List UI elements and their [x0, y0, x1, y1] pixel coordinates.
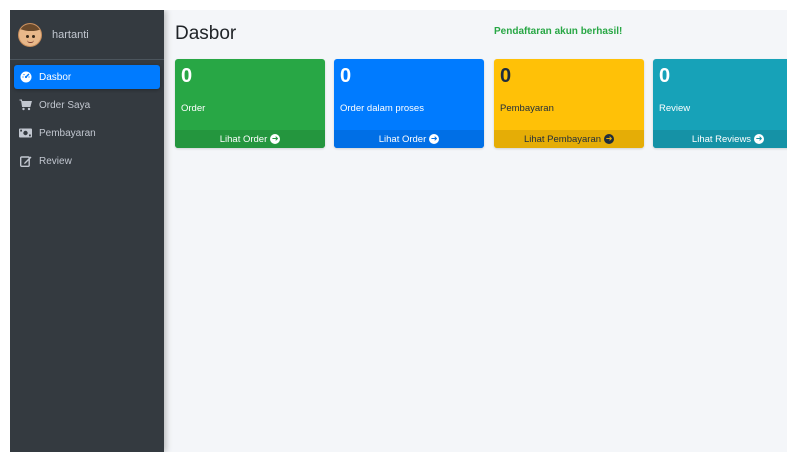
stat-box-order-in-process: 0 Order dalam proses Lihat Order ➜ — [334, 59, 484, 148]
stat-count: 0 — [659, 65, 671, 87]
stat-label: Pembayaran — [500, 103, 554, 114]
tachometer-icon — [19, 71, 32, 83]
stat-box-review: 0 Review Lihat Reviews ➜ — [653, 59, 787, 148]
sidebar: hartanti Dasbor Order Saya Pembayaran Re… — [10, 10, 164, 452]
view-reviews-link[interactable]: Lihat Reviews ➜ — [653, 130, 787, 148]
link-label: Lihat Order — [219, 133, 268, 145]
link-label: Lihat Order — [378, 133, 427, 145]
avatar — [18, 22, 42, 47]
app-window: hartanti Dasbor Order Saya Pembayaran Re… — [10, 10, 787, 452]
arrow-circle-right-icon: ➜ — [754, 134, 765, 144]
link-label: Lihat Reviews — [691, 133, 752, 145]
stat-label: Order dalam proses — [340, 103, 424, 114]
sidebar-nav: Dasbor Order Saya Pembayaran Review — [10, 60, 164, 173]
sidebar-item-label: Order Saya — [39, 99, 91, 111]
user-name: hartanti — [52, 28, 89, 41]
stat-count: 0 — [181, 65, 193, 87]
arrow-circle-right-icon: ➜ — [270, 134, 281, 144]
page-title: Dasbor — [175, 23, 237, 44]
link-label: Lihat Pembayaran — [523, 133, 602, 145]
view-order-link[interactable]: Lihat Order ➜ — [334, 130, 484, 148]
sidebar-item-order-saya[interactable]: Order Saya — [14, 93, 160, 117]
edit-icon — [19, 155, 32, 167]
money-bill-icon — [19, 127, 32, 139]
stat-count: 0 — [340, 65, 352, 87]
stat-box-order: 0 Order Lihat Order ➜ — [175, 59, 325, 148]
arrow-circle-right-icon: ➜ — [429, 134, 440, 144]
sidebar-item-pembayaran[interactable]: Pembayaran — [14, 121, 160, 145]
view-payment-link[interactable]: Lihat Pembayaran ➜ — [494, 130, 644, 148]
user-panel[interactable]: hartanti — [10, 10, 164, 60]
success-alert: Pendaftaran akun berhasil! — [494, 26, 623, 37]
shopping-cart-icon — [19, 99, 32, 111]
stat-box-payment: 0 Pembayaran Lihat Pembayaran ➜ — [494, 59, 644, 148]
view-order-link[interactable]: Lihat Order ➜ — [175, 130, 325, 148]
stat-count: 0 — [500, 65, 512, 87]
sidebar-item-label: Dasbor — [39, 71, 72, 83]
arrow-circle-right-icon: ➜ — [604, 134, 615, 144]
stat-label: Order — [181, 103, 206, 114]
sidebar-item-label: Review — [39, 155, 72, 167]
sidebar-item-dasbor[interactable]: Dasbor — [14, 65, 160, 89]
sidebar-item-review[interactable]: Review — [14, 149, 160, 173]
main-content: Dasbor Pendaftaran akun berhasil! 0 Orde… — [164, 10, 787, 452]
sidebar-item-label: Pembayaran — [39, 127, 96, 139]
stat-label: Review — [659, 103, 691, 114]
